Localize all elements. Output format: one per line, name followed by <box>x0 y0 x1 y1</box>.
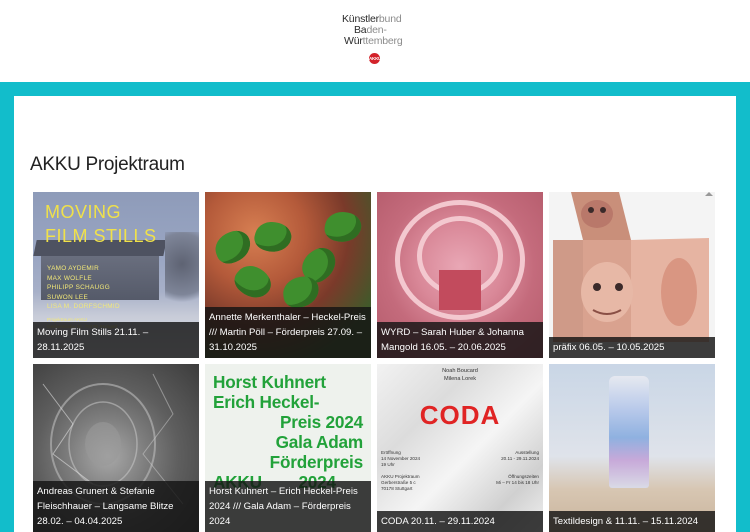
leaf-shape <box>229 258 277 306</box>
poster-opening: Eröffnung 14 November 2024 19 Uhr <box>381 450 421 467</box>
project-tile-praefix[interactable]: präfix 06.05. – 10.05.2025 <box>549 192 715 358</box>
scroll-up-icon[interactable] <box>705 192 713 196</box>
leaf-shape <box>322 209 364 245</box>
tile-caption[interactable]: Textildesign & 11.11. – 15.11.2024 <box>549 511 715 532</box>
center-motif <box>439 270 481 310</box>
poster-artists: Noah Boucard Milena Lorek <box>442 368 478 382</box>
kuenstlerbund-logo[interactable]: Künstlerbund Baden- Württemberg AKKU <box>342 14 412 64</box>
tile-caption[interactable]: Horst Kuhnert – Erich Heckel-Preis 2024 … <box>205 481 371 532</box>
tile-caption[interactable]: CODA 20.11. – 29.11.2024 <box>377 511 543 532</box>
tile-caption[interactable]: Moving Film Stills 21.11. – 28.11.2025 <box>33 322 199 358</box>
tree-shape <box>165 232 199 312</box>
poster-artist-names: YAMO AYDEMIR MAX WOLFLE PHILIPP SCHAUGG … <box>47 265 120 310</box>
poster-venue: AKKU Projektraum Gerberstraße 5 c 70178 … <box>381 474 420 491</box>
site-header: Künstlerbund Baden- Württemberg AKKU <box>0 0 750 82</box>
project-tile-merkenthaler-poell[interactable]: Annette Merkenthaler – Heckel-Preis /// … <box>205 192 371 358</box>
coda-poster: Noah Boucard Milena Lorek CODA Eröffnung… <box>377 364 543 532</box>
page-title: AKKU Projektraum <box>30 154 185 175</box>
leaf-shape <box>251 217 295 257</box>
project-tile-coda[interactable]: Noah Boucard Milena Lorek CODA Eröffnung… <box>377 364 543 532</box>
cyan-frame: AKKU Projektraum MOVING FILM STILLS YAMO… <box>0 82 750 532</box>
tile-caption[interactable]: präfix 06.05. – 10.05.2025 <box>549 337 715 358</box>
tile-caption[interactable]: Annette Merkenthaler – Heckel-Preis /// … <box>205 307 371 358</box>
akku-logo-mark: AKKU <box>369 53 381 64</box>
tile-caption[interactable]: WYRD – Sarah Huber & Johanna Mangold 16.… <box>377 322 543 358</box>
face-cube-illustration <box>553 192 709 342</box>
textile-object-image <box>549 364 715 532</box>
poster-exhibition: Ausstellung 20.11 - 29.11.2024 <box>501 450 539 461</box>
leaf-shape <box>210 226 256 268</box>
project-tile-wyrd[interactable]: WYRD – Sarah Huber & Johanna Mangold 16.… <box>377 192 543 358</box>
project-tile-grunert-fleischhauer[interactable]: Andreas Grunert & Stefanie Fleischhauer … <box>33 364 199 532</box>
project-tile-textildesign[interactable]: Textildesign & 11.11. – 15.11.2024 <box>549 364 715 532</box>
project-tile-moving-film-stills[interactable]: MOVING FILM STILLS YAMO AYDEMIR MAX WOLF… <box>33 192 199 358</box>
poster-title: MOVING FILM STILLS <box>45 202 157 246</box>
logo-line-3: Württemberg <box>344 35 403 47</box>
main-content: AKKU Projektraum MOVING FILM STILLS YAMO… <box>14 96 736 532</box>
project-tile-kuhnert-adam[interactable]: Horst Kuhnert Erich Heckel- Preis 2024 G… <box>205 364 371 532</box>
textile-sculpture <box>609 376 649 488</box>
praefix-cube-image <box>549 192 715 358</box>
poster-hours: Öffnungszeiten Mi – Fr 14 bis 18 Uhr <box>496 474 539 485</box>
poster-title: CODA <box>419 400 501 430</box>
poster-text: Horst Kuhnert Erich Heckel- Preis 2024 G… <box>213 372 363 492</box>
tile-caption[interactable]: Andreas Grunert & Stefanie Fleischhauer … <box>33 481 199 532</box>
